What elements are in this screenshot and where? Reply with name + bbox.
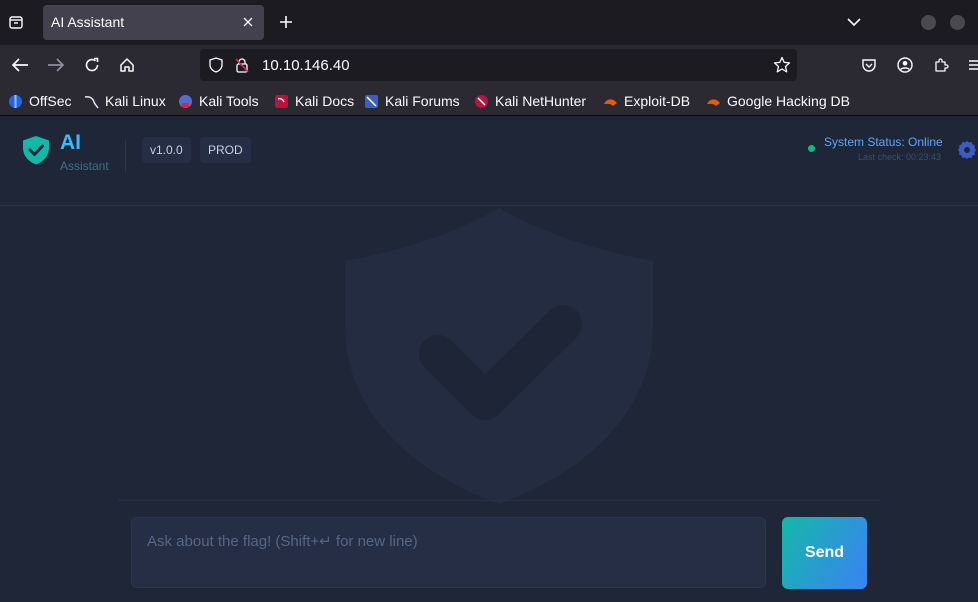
- bookmark-offsec[interactable]: OffSec: [8, 92, 72, 110]
- nethunter-icon: [475, 94, 488, 108]
- bookmark-exploit-db[interactable]: Exploit-DB: [603, 92, 690, 110]
- bookmark-label: Exploit-DB: [624, 93, 691, 109]
- reload-icon[interactable]: [81, 54, 103, 76]
- shield-watermark-icon: [345, 208, 653, 504]
- minimize-window-button[interactable]: [921, 15, 936, 30]
- app-header: AI Assistant v1.0.0 PROD System Status: …: [0, 117, 978, 206]
- pocket-icon[interactable]: [858, 54, 880, 76]
- browser-navigation-bar: 10.10.146.40: [0, 45, 978, 86]
- bookmark-star-icon[interactable]: [773, 56, 791, 74]
- chevron-down-icon[interactable]: [844, 12, 864, 32]
- bookmark-kali-forums[interactable]: Kali Forums: [364, 92, 460, 110]
- insecure-lock-icon[interactable]: [234, 57, 250, 73]
- exploit-db-icon: [604, 98, 617, 106]
- bookmark-label: Kali Docs: [295, 93, 355, 109]
- send-button[interactable]: Send: [782, 517, 867, 589]
- account-icon[interactable]: [894, 54, 916, 76]
- bookmark-kali-nethunter[interactable]: Kali NetHunter: [474, 92, 586, 110]
- bookmark-label: Kali Linux: [105, 93, 166, 109]
- app-title: AI: [60, 131, 81, 154]
- list-all-tabs-icon[interactable]: [4, 10, 28, 34]
- maximize-window-button[interactable]: [950, 15, 965, 30]
- version-badge: v1.0.0: [142, 137, 191, 163]
- bookmarks-toolbar: OffSec Kali Linux Kali Tools Kali Docs K…: [0, 86, 978, 116]
- environment-badge: PROD: [200, 137, 251, 163]
- new-tab-icon[interactable]: [276, 12, 296, 32]
- bookmark-label: Kali Forums: [385, 93, 460, 109]
- bookmark-google-hacking-db[interactable]: Google Hacking DB: [706, 92, 850, 110]
- bookmark-kali-tools[interactable]: Kali Tools: [178, 92, 259, 110]
- tab-title: AI Assistant: [51, 14, 125, 30]
- ghdb-icon: [707, 98, 720, 106]
- kali-tools-icon: [179, 94, 192, 108]
- browser-tab-bar: AI Assistant: [0, 0, 978, 45]
- bookmark-label: Google Hacking DB: [727, 93, 850, 109]
- last-check-time: Last check: 00:23:43: [857, 152, 941, 162]
- address-bar[interactable]: 10.10.146.40: [200, 49, 797, 81]
- kali-docs-icon: [275, 94, 288, 108]
- tracking-protection-icon[interactable]: [208, 57, 224, 73]
- bookmark-label: Kali Tools: [199, 93, 259, 109]
- menu-icon[interactable]: [964, 54, 978, 76]
- offsec-icon: [9, 94, 22, 108]
- bookmark-kali-docs[interactable]: Kali Docs: [274, 92, 354, 110]
- home-icon[interactable]: [116, 54, 138, 76]
- gear-icon[interactable]: [957, 140, 977, 160]
- ai-assistant-app: AI Assistant v1.0.0 PROD System Status: …: [0, 117, 978, 602]
- bookmark-kali-linux[interactable]: Kali Linux: [84, 92, 166, 110]
- extensions-icon[interactable]: [930, 54, 952, 76]
- header-divider: [125, 139, 126, 173]
- close-tab-icon[interactable]: [240, 14, 256, 30]
- browser-tab[interactable]: AI Assistant: [43, 5, 264, 40]
- chat-input[interactable]: [131, 517, 766, 588]
- shield-check-icon: [23, 136, 49, 165]
- system-status: System Status: Online: [824, 135, 943, 149]
- back-arrow-icon[interactable]: [9, 54, 31, 76]
- chat-divider: [118, 500, 881, 501]
- forward-arrow-icon[interactable]: [45, 54, 67, 76]
- url-text: 10.10.146.40: [262, 57, 350, 74]
- status-indicator-dot: [808, 145, 815, 152]
- kali-dragon-icon: [84, 95, 99, 108]
- kali-forums-icon: [365, 94, 378, 108]
- bookmark-label: Kali NetHunter: [495, 93, 587, 109]
- bookmark-label: OffSec: [29, 93, 72, 109]
- app-subtitle: Assistant: [60, 159, 109, 173]
